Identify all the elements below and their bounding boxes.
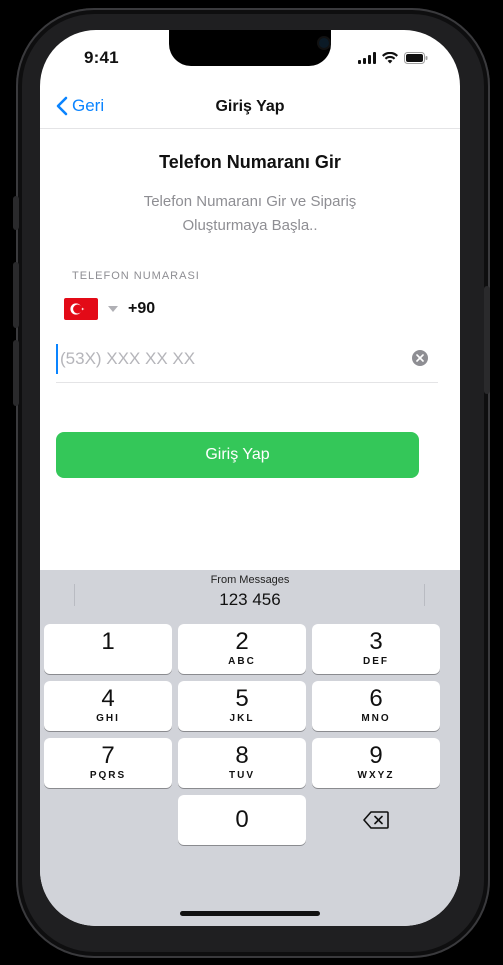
phone-screen: 9:41 Geri Giriş Yap Telefon Numaranı Gir… xyxy=(40,30,460,926)
autofill-suggestion[interactable]: From Messages 123 456 xyxy=(40,570,460,616)
key-4[interactable]: 4 GHI xyxy=(44,681,172,731)
country-selector[interactable]: +90 xyxy=(64,298,155,320)
login-button[interactable]: Giriş Yap xyxy=(56,432,419,478)
side-button-volume-down xyxy=(13,340,19,406)
key-5[interactable]: 5 JKL xyxy=(178,681,306,731)
suggestion-source: From Messages xyxy=(210,574,290,586)
key-0[interactable]: 0 xyxy=(178,795,306,845)
country-code: +90 xyxy=(128,300,156,317)
key-7[interactable]: 7 PQRS xyxy=(44,738,172,788)
backspace-icon xyxy=(363,811,389,829)
phone-label: TELEFON NUMARASI xyxy=(72,270,200,282)
key-2[interactable]: 2 ABC xyxy=(178,624,306,674)
numeric-keyboard: From Messages 123 456 1 2 ABC 3 DEF 4 GH… xyxy=(40,570,460,926)
caret-down-icon xyxy=(108,306,118,312)
key-1[interactable]: 1 xyxy=(44,624,172,674)
battery-icon xyxy=(404,52,428,64)
login-button-label: Giriş Yap xyxy=(205,446,270,463)
status-time: 9:41 xyxy=(84,48,119,67)
side-button-power xyxy=(484,286,490,394)
navigation-bar: Geri Giriş Yap xyxy=(40,90,460,129)
key-3[interactable]: 3 DEF xyxy=(312,624,440,674)
wifi-icon xyxy=(382,52,398,64)
phone-input[interactable] xyxy=(56,344,402,374)
side-button-volume-up xyxy=(13,262,19,328)
key-6[interactable]: 6 MNO xyxy=(312,681,440,731)
subtitle: Telefon Numaranı Gir ve Sipariş Oluşturm… xyxy=(143,193,357,234)
key-8[interactable]: 8 TUV xyxy=(178,738,306,788)
home-indicator[interactable] xyxy=(180,911,320,916)
turkey-flag-icon xyxy=(64,298,98,320)
status-icons xyxy=(358,52,428,64)
key-9[interactable]: 9 WXYZ xyxy=(312,738,440,788)
phone-field-row xyxy=(56,338,438,383)
signal-icon xyxy=(358,52,376,64)
page-title: Giriş Yap xyxy=(215,98,285,115)
side-button-mute xyxy=(13,196,19,230)
suggestion-code: 123 456 xyxy=(219,590,281,609)
clear-icon[interactable] xyxy=(412,350,428,366)
camera-icon xyxy=(319,38,329,48)
heading: Telefon Numaranı Gir xyxy=(159,152,341,172)
delete-key[interactable] xyxy=(312,795,440,845)
notch xyxy=(169,30,331,66)
